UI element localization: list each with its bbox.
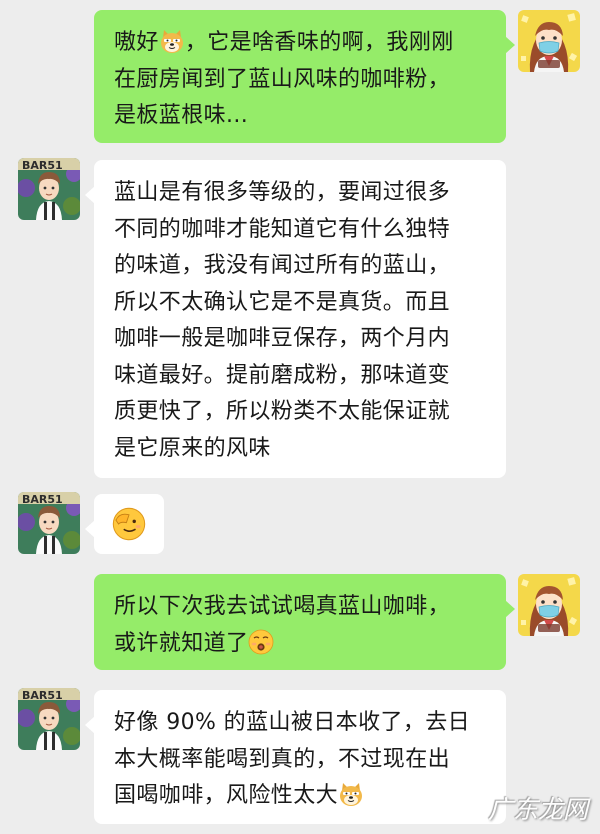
message-text: 嗷好: [114, 30, 159, 55]
salute-emoji-icon: [112, 507, 146, 541]
svg-text:BAR51: BAR51: [22, 689, 63, 702]
message-text: 所以下次我去试试喝真蓝山咖啡，: [114, 594, 451, 619]
doge-emoji-icon: [159, 28, 185, 54]
message-text: 好像 90% 的蓝山被日本收了，去日: [114, 710, 471, 735]
doge-emoji-icon: [338, 781, 364, 807]
contact-avatar[interactable]: BAR51: [18, 492, 80, 554]
girl-with-mask-avatar-icon: [518, 574, 580, 636]
cartoon-man-avatar-icon: BAR51: [18, 492, 80, 554]
message-text: 味道最好。提前磨成粉，那味道变: [114, 362, 451, 388]
message-text: 或许就知道了: [114, 630, 249, 656]
my-avatar[interactable]: [518, 10, 580, 72]
message-text: 所以不太确认它是不是真货。而且: [114, 289, 451, 315]
message-text: 国喝咖啡，风险性太大: [114, 783, 339, 808]
message-bubble[interactable]: [85, 494, 164, 554]
watermark: 广东龙网: [487, 795, 588, 824]
girl-with-mask-avatar-icon: [518, 10, 580, 72]
svg-text:BAR51: BAR51: [22, 493, 63, 506]
my-avatar[interactable]: [518, 574, 580, 636]
message-text: 咖啡一般是咖啡豆保存，两个月内: [114, 326, 451, 351]
contact-avatar[interactable]: BAR51: [18, 688, 80, 750]
contact-avatar[interactable]: BAR51: [18, 158, 80, 220]
message-text: 蓝山是有很多等级的，要闻过很多: [114, 180, 451, 205]
cartoon-man-avatar-icon: BAR51: [18, 158, 80, 220]
svg-text:BAR51: BAR51: [22, 159, 63, 172]
message-text: 在厨房闻到了蓝山风味的咖啡粉，: [114, 66, 451, 92]
cartoon-man-avatar-icon: BAR51: [18, 688, 80, 750]
kiss-emoji-icon: [248, 629, 274, 655]
message-text: 的味道，我没有闻过所有的蓝山，: [114, 253, 451, 278]
message-text: 是它原来的风味: [114, 435, 271, 461]
message-text: 质更快了，所以粉类不太能保证就: [114, 399, 451, 424]
message-bubble[interactable]: 所以下次我去试试喝真蓝山咖啡， 或许就知道了: [94, 574, 515, 670]
message-bubble[interactable]: 好像 90% 的蓝山被日本收了，去日 本大概率能喝到真的，不过现在出 国喝咖啡，…: [85, 690, 506, 824]
message-text: 是板蓝根味...: [114, 103, 249, 128]
message-bubble[interactable]: 嗷好 ，它是啥香味的啊，我刚刚 在厨房闻到了蓝山风味的咖啡粉， 是板蓝根味...: [94, 10, 515, 143]
message-text: 本大概率能喝到真的，不过现在出: [114, 746, 451, 772]
message-bubble[interactable]: 蓝山是有很多等级的，要闻过很多 不同的咖啡才能知道它有什么独特 的味道，我没有闻…: [85, 160, 506, 478]
message-text: 不同的咖啡才能知道它有什么独特: [114, 216, 451, 242]
message-text: ，它是啥香味的啊，我刚刚: [184, 30, 454, 55]
